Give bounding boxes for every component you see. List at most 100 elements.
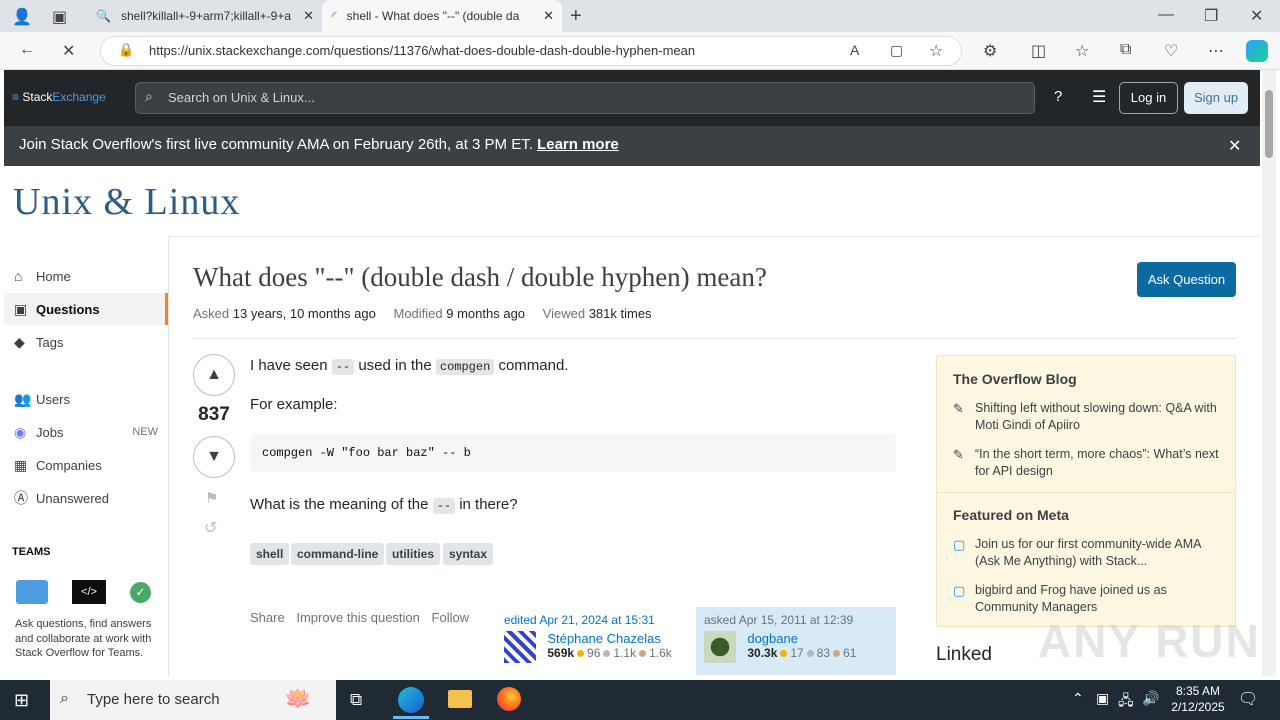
blog-item[interactable]: ✎ Shifting left without slowing down: Q&A… bbox=[953, 400, 1223, 434]
bronze-badges: 1.6k bbox=[649, 646, 672, 660]
nav-item-users[interactable]: 👥 Users bbox=[4, 383, 168, 415]
profile-icon[interactable]: 👤 bbox=[12, 7, 32, 27]
site-logo[interactable]: Unix & Linux bbox=[13, 180, 240, 224]
silver-badges: 1.1k bbox=[613, 646, 637, 660]
avatar[interactable] bbox=[504, 631, 536, 663]
gold-badges: 96 bbox=[587, 646, 601, 660]
notifications-icon[interactable]: 🗨 bbox=[1238, 689, 1258, 709]
login-button[interactable]: Log in bbox=[1119, 82, 1178, 114]
blog-item[interactable]: ✎ “In the short term, more chaos”: What’s… bbox=[953, 446, 1223, 480]
tag-shell[interactable]: shell bbox=[250, 543, 290, 565]
nav-item-companies[interactable]: ▦ Companies bbox=[4, 449, 168, 481]
network-icon[interactable]: 🖧 bbox=[1118, 690, 1134, 714]
share-link[interactable]: Share bbox=[250, 610, 285, 625]
inline-code: -- bbox=[331, 359, 355, 375]
follow-link[interactable]: Follow bbox=[432, 610, 470, 625]
close-icon[interactable]: ✕ bbox=[303, 8, 314, 24]
clock[interactable]: 8:35 AM 2/12/2025 bbox=[1166, 683, 1230, 715]
performance-icon[interactable]: ♡ bbox=[1164, 41, 1178, 61]
blog-title: The Overflow Blog bbox=[953, 371, 1077, 387]
modified-value[interactable]: 9 months ago bbox=[446, 306, 525, 321]
user-name[interactable]: Stéphane Chazelas bbox=[547, 631, 671, 646]
extensions-icon[interactable]: ⚙ bbox=[983, 41, 997, 61]
history-icon[interactable]: ↺ bbox=[204, 518, 217, 538]
copilot-icon[interactable] bbox=[1246, 40, 1268, 62]
favorite-star-icon[interactable]: ☆ bbox=[929, 41, 943, 61]
clock-date: 2/12/2025 bbox=[1171, 700, 1225, 714]
stop-icon[interactable]: ✕ bbox=[62, 41, 75, 61]
ask-question-button[interactable]: Ask Question bbox=[1137, 262, 1236, 297]
nav-item-questions[interactable]: ▣ Questions bbox=[4, 293, 168, 325]
banner-link[interactable]: Learn more bbox=[537, 136, 619, 153]
site-switcher-icon[interactable]: ☰ bbox=[1092, 87, 1106, 107]
close-icon[interactable]: ✕ bbox=[543, 8, 554, 24]
scrollbar-thumb[interactable] bbox=[1265, 90, 1273, 158]
blog-item-text[interactable]: Shifting left without slowing down: Q&A … bbox=[975, 401, 1217, 432]
more-icon[interactable]: ⋯ bbox=[1208, 41, 1224, 61]
split-screen-icon[interactable]: ◫ bbox=[1031, 41, 1046, 61]
site-search-input[interactable]: Search on Unix & Linux... bbox=[135, 82, 1035, 114]
meta-item[interactable]: ▢ Join us for our first community-wide AM… bbox=[953, 536, 1223, 570]
signup-button[interactable]: Sign up bbox=[1184, 82, 1248, 114]
improve-link[interactable]: Improve this question bbox=[296, 610, 420, 625]
back-icon[interactable]: ← bbox=[19, 41, 35, 59]
tab-search[interactable]: 🔍 shell?killall+-9+arm7;killall+-9+a ✕ bbox=[86, 0, 322, 32]
nav-item-home[interactable]: ⌂ Home bbox=[4, 260, 168, 292]
stackexchange-logo[interactable]: ≡ StackExchange bbox=[12, 90, 106, 104]
nav-item-unanswered[interactable]: Ⓐ Unanswered bbox=[4, 482, 168, 514]
volume-icon[interactable]: 🔊 bbox=[1142, 690, 1159, 707]
tray-chevron-icon[interactable]: ⌃ bbox=[1072, 690, 1084, 707]
favorites-icon[interactable]: ☆ bbox=[1075, 41, 1089, 61]
edge-icon[interactable] bbox=[398, 687, 424, 713]
meta-item-text[interactable]: bigbird and Frog have joined us as Commu… bbox=[975, 583, 1167, 614]
immersive-reader-icon[interactable]: ▢ bbox=[890, 42, 903, 59]
tab-actions-icon[interactable]: ▣ bbox=[52, 7, 67, 27]
downvote-button[interactable]: ▼ bbox=[193, 436, 235, 478]
window-close-icon[interactable]: ✕ bbox=[1250, 6, 1263, 26]
question-title[interactable]: What does "--" (double dash / double hyp… bbox=[193, 262, 767, 293]
teams-code-icon: </> bbox=[72, 580, 106, 604]
tag-command-line[interactable]: command-line bbox=[291, 543, 385, 565]
tag-utilities[interactable]: utilities bbox=[386, 543, 441, 565]
scrollbar[interactable] bbox=[1262, 70, 1276, 676]
nav-item-tags[interactable]: ◆ Tags bbox=[4, 326, 168, 358]
vote-score: 837 bbox=[198, 404, 230, 425]
watermark: ANY RUN bbox=[1038, 615, 1261, 667]
task-view-icon[interactable]: ⧉ bbox=[350, 690, 362, 710]
tag-syntax[interactable]: syntax bbox=[443, 543, 494, 565]
text: used in the bbox=[358, 357, 432, 374]
minimize-icon[interactable]: — bbox=[1158, 6, 1174, 24]
blog-item-text[interactable]: “In the short term, more chaos”: What’s … bbox=[975, 447, 1219, 478]
nav-item-jobs[interactable]: ◉ Jobs NEW bbox=[4, 416, 168, 448]
read-aloud-icon[interactable]: A bbox=[850, 42, 859, 58]
avatar[interactable] bbox=[704, 631, 736, 663]
teams-description: Ask questions, find answers and collabor… bbox=[15, 618, 152, 659]
text: What is the meaning of the bbox=[250, 496, 429, 513]
help-icon[interactable]: ? bbox=[1054, 88, 1062, 105]
file-explorer-icon[interactable] bbox=[448, 690, 472, 708]
comment-icon: ▢ bbox=[953, 537, 966, 552]
banner-close-icon[interactable]: ✕ bbox=[1228, 136, 1241, 156]
address-bar[interactable]: https://unix.stackexchange.com/questions… bbox=[100, 36, 962, 66]
meta-item-text[interactable]: Join us for our first community-wide AMA… bbox=[975, 537, 1201, 568]
lock-icon[interactable]: 🔒 bbox=[118, 42, 134, 58]
upvote-button[interactable]: ▲ bbox=[193, 354, 235, 396]
new-tab-icon[interactable]: + bbox=[570, 5, 582, 28]
maximize-icon[interactable]: ❐ bbox=[1204, 6, 1218, 26]
bronze-badges: 61 bbox=[843, 646, 857, 660]
new-badge: NEW bbox=[132, 426, 158, 438]
user-name[interactable]: dogbane bbox=[747, 631, 856, 646]
windows-start-icon[interactable]: ⊞ bbox=[14, 690, 29, 711]
edited-label[interactable]: edited Apr 21, 2024 at 15:31 bbox=[504, 613, 688, 627]
firefox-icon[interactable] bbox=[497, 687, 521, 711]
collections-icon[interactable]: ⧉ bbox=[1120, 41, 1131, 59]
meta-title: Featured on Meta bbox=[953, 507, 1069, 523]
inline-code: compgen bbox=[435, 359, 495, 375]
bookmark-icon[interactable]: ⚑ bbox=[205, 489, 218, 507]
questions-icon: ▣ bbox=[14, 300, 28, 317]
home-icon: ⌂ bbox=[14, 268, 23, 284]
tray-device-icon[interactable]: ▣ bbox=[1096, 690, 1109, 707]
tab-question[interactable]: ◜ shell - What does "--" (double da ✕ bbox=[322, 0, 562, 32]
nav-label: Unanswered bbox=[36, 490, 109, 506]
meta-item[interactable]: ▢ bigbird and Frog have joined us as Comm… bbox=[953, 582, 1223, 616]
